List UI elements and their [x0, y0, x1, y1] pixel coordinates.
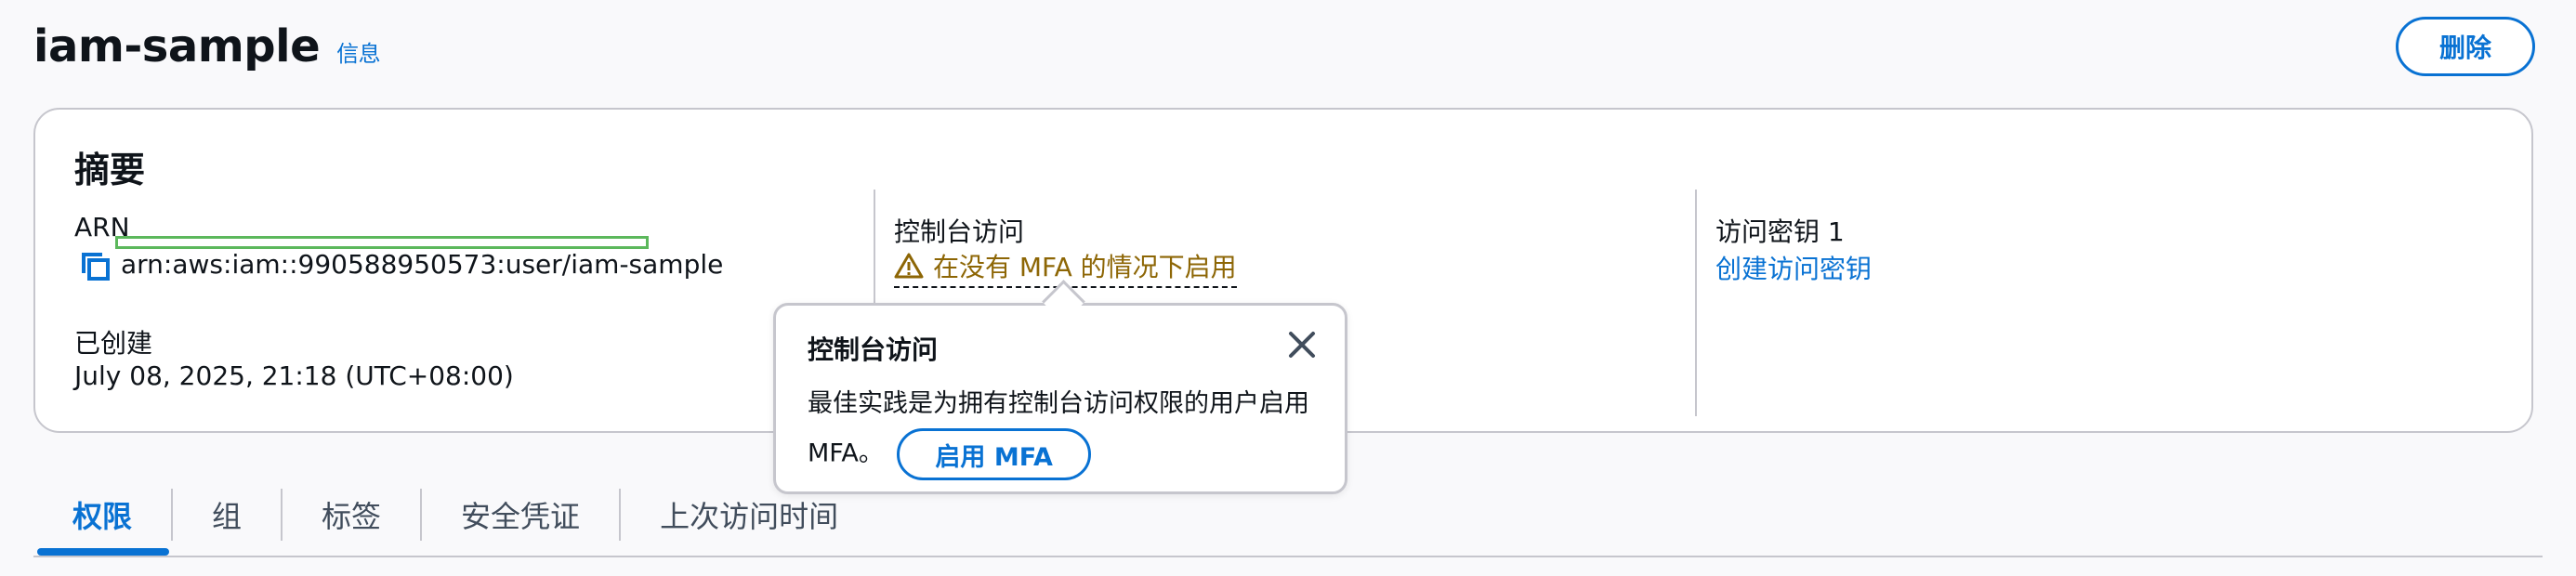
info-link[interactable]: 信息	[336, 35, 381, 68]
delete-button[interactable]: 删除	[2395, 17, 2535, 76]
popover-body: 最佳实践是为拥有控制台访问权限的用户启用 MFA。 启用 MFA	[808, 380, 1328, 480]
summary-heading: 摘要	[74, 150, 146, 190]
tab-groups[interactable]: 组	[173, 489, 281, 541]
console-access-value: 在没有 MFA 的情况下启用	[933, 252, 1237, 282]
tab-security-credentials[interactable]: 安全凭证	[422, 489, 619, 541]
tab-last-accessed[interactable]: 上次访问时间	[621, 489, 877, 541]
copy-icon[interactable]	[80, 251, 112, 282]
tab-bar: 权限 组 标签 安全凭证 上次访问时间	[33, 489, 877, 557]
tab-permissions[interactable]: 权限	[33, 489, 171, 541]
page-title: iam-sample 信息	[33, 20, 381, 72]
active-tab-indicator	[37, 548, 169, 556]
console-access-label: 控制台访问	[894, 216, 1025, 247]
page-title-text: iam-sample	[33, 20, 321, 72]
close-icon[interactable]	[1285, 328, 1319, 361]
column-divider	[1695, 190, 1697, 416]
warning-icon	[894, 253, 924, 279]
enable-mfa-button[interactable]: 启用 MFA	[897, 428, 1091, 480]
popover-title: 控制台访问	[808, 334, 939, 365]
tab-bar-rule	[33, 556, 2543, 557]
selection-highlight	[115, 236, 649, 249]
access-key-label: 访问密钥 1	[1715, 216, 1845, 247]
arn-value: arn:aws:iam::990588950573:user/iam-sampl…	[121, 249, 724, 280]
created-label: 已创建	[74, 328, 153, 359]
console-access-popover: 控制台访问 最佳实践是为拥有控制台访问权限的用户启用 MFA。 启用 MFA	[773, 303, 1347, 494]
created-value: July 08, 2025, 21:18 (UTC+08:00)	[74, 360, 514, 391]
create-access-key-link[interactable]: 创建访问密钥	[1715, 249, 1872, 286]
tab-tags[interactable]: 标签	[283, 489, 420, 541]
